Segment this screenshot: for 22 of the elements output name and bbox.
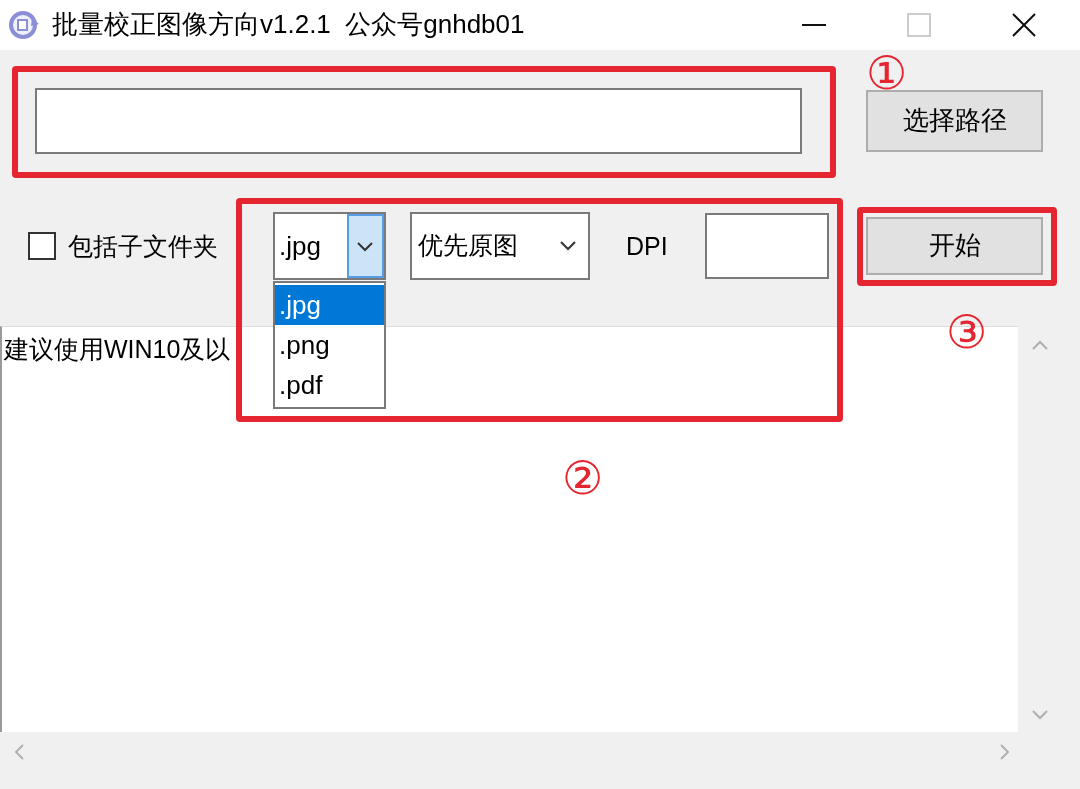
chevron-down-icon	[560, 241, 576, 251]
dpi-input[interactable]	[705, 213, 829, 279]
window-title: 批量校正图像方向v1.2.1 公众号gnhdb01	[52, 9, 525, 41]
dropdown-option[interactable]: .jpg	[275, 285, 384, 325]
chevron-down-icon[interactable]	[1032, 710, 1048, 720]
checkbox[interactable]	[28, 232, 56, 260]
browse-button[interactable]: 选择路径	[866, 90, 1043, 152]
mode-dropdown[interactable]: 优先原图	[410, 212, 590, 280]
path-input[interactable]	[35, 88, 802, 154]
dropdown-option[interactable]: .png	[275, 325, 384, 365]
close-icon[interactable]	[1011, 13, 1036, 37]
chevron-right-icon[interactable]	[1000, 744, 1010, 760]
chevron-left-icon[interactable]	[14, 744, 24, 760]
format-dropdown[interactable]: .jpg	[273, 212, 386, 280]
app-icon	[8, 9, 40, 41]
chevron-up-icon[interactable]	[1032, 340, 1048, 350]
checkbox-label: 包括子文件夹	[68, 231, 218, 260]
dpi-label: DPI	[626, 231, 668, 260]
dropdown-option[interactable]: .pdf	[275, 365, 384, 405]
annotation-number: ②	[562, 455, 603, 501]
start-button[interactable]: 开始	[866, 217, 1043, 275]
minimize-icon[interactable]	[801, 24, 826, 26]
